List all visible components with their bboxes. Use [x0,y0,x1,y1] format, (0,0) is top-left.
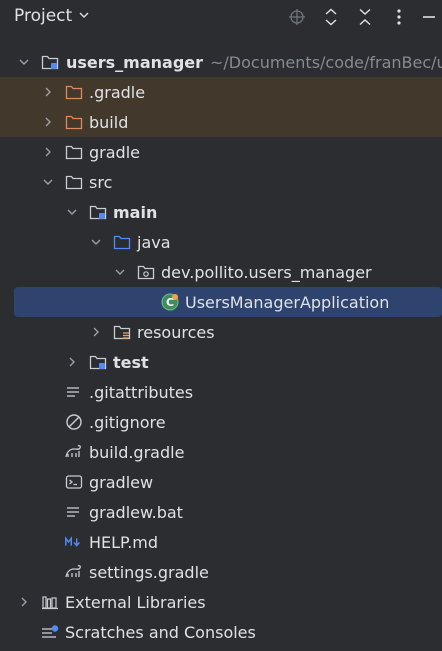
chevron-down-icon[interactable] [64,204,80,220]
tree-node-users-manager-application[interactable]: C UsersManagerApplication [14,287,442,317]
chevron-right-icon[interactable] [16,594,32,610]
tree-node-label: gradlew.bat [89,502,183,522]
chevron-down-icon[interactable] [40,174,56,190]
tree-node-users-manager[interactable]: users_manager ~/Documents/code/franBec/u [0,47,442,77]
tree-node-external-libraries[interactable]: External Libraries [0,587,442,617]
library-icon [40,592,60,612]
tree-node-help-md[interactable]: HELP.md [0,527,442,557]
spring-boot-class-icon: C [160,292,180,312]
tree-node-scratches[interactable]: Scratches and Consoles [0,617,442,647]
project-view-selector[interactable]: Project [14,6,90,26]
gradle-icon [64,442,84,462]
tree-node-label: Scratches and Consoles [65,622,256,642]
chevron-down-icon[interactable] [112,264,128,280]
package-icon [136,262,156,282]
gradle-icon [64,562,84,582]
tree-node-build[interactable]: build [0,107,442,137]
tree-node-gradlew[interactable]: gradlew [0,467,442,497]
minimize-icon[interactable] [418,6,440,28]
chevron-right-icon[interactable] [88,324,104,340]
chevron-down-icon[interactable] [88,234,104,250]
expand-all-icon[interactable] [320,6,342,28]
tree-node-label: .gradle [89,82,146,102]
source-folder-icon [112,232,132,252]
chevron-down-icon[interactable] [16,54,32,70]
tree-node-java[interactable]: java [0,227,442,257]
tree-node-label: gradlew [89,472,154,492]
project-title: Project [14,6,73,26]
collapse-all-icon[interactable] [354,6,376,28]
tree-node-main[interactable]: main [0,197,442,227]
tree-node-label: users_manager [66,52,204,72]
chevron-right-icon[interactable] [64,354,80,370]
tree-node-package[interactable]: dev.pollito.users_manager [0,257,442,287]
tree-node-build-gradle[interactable]: build.gradle [0,437,442,467]
tree-node-label: main [113,202,158,222]
tree-node-dot-gradle[interactable]: .gradle [0,77,442,107]
tree-node-label: External Libraries [65,592,206,612]
chevron-down-icon [78,6,90,26]
locate-icon[interactable] [286,6,308,28]
text-file-icon [64,502,84,522]
tree-node-label: test [113,352,149,372]
tree-node-label: build [89,112,129,132]
chevron-right-icon[interactable] [40,84,56,100]
tree-node-label: UsersManagerApplication [185,292,390,312]
tree-node-gradlew-bat[interactable]: gradlew.bat [0,497,442,527]
more-options-icon[interactable] [388,6,410,28]
scratches-icon [40,622,60,642]
project-tree: users_manager ~/Documents/code/franBec/u… [0,47,442,647]
excluded-folder-icon [64,112,84,132]
folder-icon [64,172,84,192]
module-folder-icon [40,52,60,72]
ignore-file-icon [64,412,84,432]
tree-node-settings-gradle[interactable]: settings.gradle [0,557,442,587]
chevron-right-icon[interactable] [40,114,56,130]
terminal-icon [64,472,84,492]
project-tool-window-header: Project [0,0,442,34]
tree-node-label: .gitignore [89,412,166,432]
project-path: ~/Documents/code/franBec/u [210,52,442,72]
tree-node-label: resources [137,322,215,342]
tree-node-label: java [137,232,171,252]
tree-node-label: settings.gradle [89,562,209,582]
tree-node-label: gradle [89,142,140,162]
tree-node-label: dev.pollito.users_manager [161,262,372,282]
tree-node-resources[interactable]: resources [0,317,442,347]
tree-node-label: build.gradle [89,442,185,462]
tree-node-gitignore[interactable]: .gitignore [0,407,442,437]
tree-node-src[interactable]: src [0,167,442,197]
text-file-icon [64,382,84,402]
module-folder-icon [88,202,108,222]
markdown-icon [64,532,84,552]
tree-node-label: .gitattributes [89,382,194,402]
resources-folder-icon [112,322,132,342]
tree-node-label: HELP.md [89,532,159,552]
tree-node-test[interactable]: test [0,347,442,377]
folder-icon [64,142,84,162]
module-folder-icon [88,352,108,372]
chevron-right-icon[interactable] [40,144,56,160]
tree-node-label: src [89,172,113,192]
tree-node-gitattributes[interactable]: .gitattributes [0,377,442,407]
tree-node-gradle[interactable]: gradle [0,137,442,167]
excluded-folder-icon [64,82,84,102]
